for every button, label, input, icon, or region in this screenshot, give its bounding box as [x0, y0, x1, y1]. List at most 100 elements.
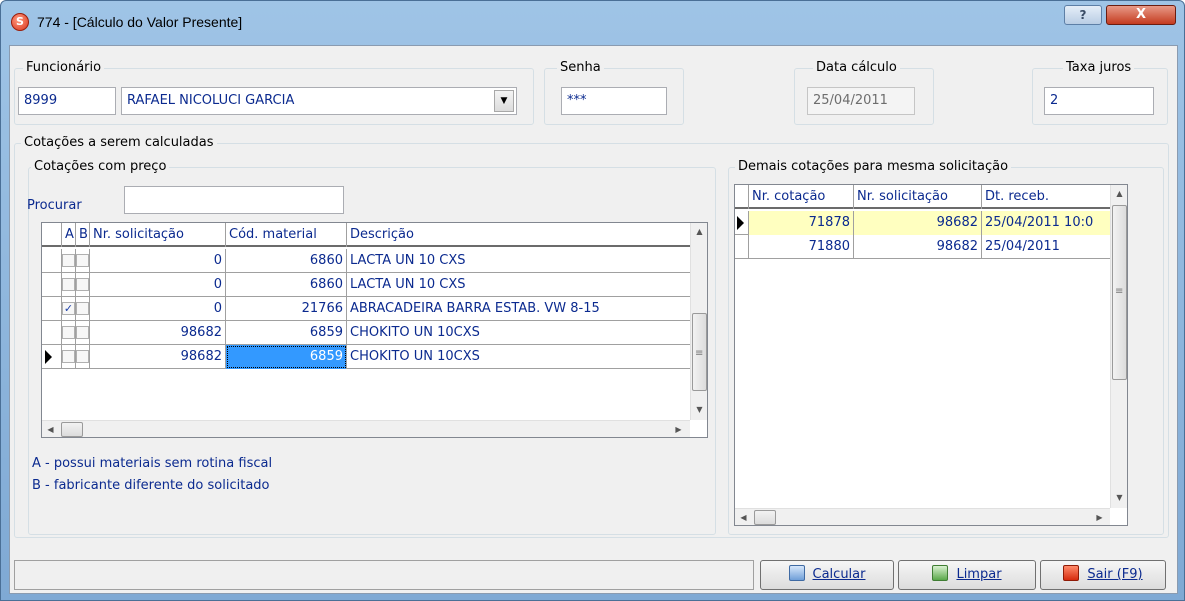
table-row[interactable]: ✓ 0 21766 ABRACADEIRA BARRA ESTAB. VW 8-15 [42, 297, 690, 321]
row-indicator[interactable] [735, 235, 749, 259]
cell-b [76, 249, 90, 273]
table-row[interactable]: 98682 6859 CHOKITO UN 10CXS [42, 345, 690, 369]
scroll-right-icon[interactable]: ▶ [670, 421, 687, 437]
table-row[interactable]: 98682 6859 CHOKITO UN 10CXS [42, 321, 690, 345]
title-bar[interactable]: S 774 - [Cálculo do Valor Presente] ? X [1, 1, 1184, 45]
checkbox-b[interactable] [76, 302, 89, 315]
demais-cotacoes-grid[interactable]: Nr. cotação Nr. solicitação Dt. receb. 7… [734, 184, 1128, 526]
cell-cod-material[interactable]: 21766 [226, 297, 347, 321]
funcionario-name-combo[interactable]: RAFAEL NICOLUCI GARCIA ▼ [121, 87, 517, 115]
cell-descricao[interactable]: CHOKITO UN 10CXS [347, 345, 690, 369]
cell-nr-solicitacao[interactable]: 98682 [854, 211, 982, 235]
table-row[interactable]: 71878 98682 25/04/2011 10:0 [735, 211, 1110, 235]
limpar-label: Limpar [956, 567, 1002, 582]
row-indicator[interactable] [735, 211, 749, 235]
row-indicator-header [735, 185, 749, 209]
checkbox-a[interactable] [62, 278, 75, 291]
cell-cod-material[interactable]: 6860 [226, 249, 347, 273]
close-button[interactable]: X [1106, 5, 1176, 25]
cell-a [62, 321, 76, 345]
checkbox-b[interactable] [76, 326, 89, 339]
column-header-b[interactable]: B [76, 223, 90, 247]
demais-cotacoes-label: Demais cotações para mesma solicitação [735, 159, 1012, 174]
vertical-scrollbar[interactable]: ▲ ≡ ▼ [1110, 185, 1127, 508]
cotacoes-grid[interactable]: A B Nr. solicitação Cód. material Descri… [41, 222, 708, 438]
cell-descricao[interactable]: LACTA UN 10 CXS [347, 249, 690, 273]
cell-dt-receb[interactable]: 25/04/2011 [982, 235, 1110, 259]
checkbox-a[interactable] [62, 326, 75, 339]
scroll-up-icon[interactable]: ▲ [1111, 185, 1127, 202]
cell-b [76, 297, 90, 321]
scroll-right-icon[interactable]: ▶ [1091, 509, 1108, 525]
checkbox-a[interactable] [62, 254, 75, 267]
checkbox-b[interactable] [76, 350, 89, 363]
cell-nr-solicitacao[interactable]: 0 [90, 297, 226, 321]
cell-dt-receb[interactable]: 25/04/2011 10:0 [982, 211, 1110, 235]
cell-cod-material[interactable]: 6860 [226, 273, 347, 297]
eraser-icon [932, 565, 949, 581]
calcular-label: Calcular [812, 567, 866, 582]
column-header-dt-receb[interactable]: Dt. receb. [982, 185, 1110, 209]
horizontal-scroll-thumb[interactable] [754, 510, 776, 525]
cell-nr-solicitacao[interactable]: 0 [90, 249, 226, 273]
column-header-cod-material[interactable]: Cód. material [226, 223, 347, 247]
scroll-left-icon[interactable]: ◀ [735, 509, 752, 525]
row-indicator[interactable] [42, 321, 62, 345]
column-header-nr-solicitacao[interactable]: Nr. solicitação [854, 185, 982, 209]
calculator-icon [788, 565, 805, 581]
cell-nr-cotacao[interactable]: 71878 [749, 211, 854, 235]
funcionario-code-field[interactable]: 8999 [18, 87, 116, 115]
grip-icon: ≡ [695, 348, 704, 359]
limpar-button[interactable]: Limpar [898, 560, 1036, 590]
scroll-up-icon[interactable]: ▲ [691, 223, 707, 240]
column-header-nr-solicitacao[interactable]: Nr. solicitação [90, 223, 226, 247]
scroll-left-icon[interactable]: ◀ [42, 421, 59, 437]
data-calculo-label: Data cálculo [813, 60, 900, 75]
row-indicator[interactable] [42, 297, 62, 321]
table-row[interactable]: 71880 98682 25/04/2011 [735, 235, 1110, 259]
checkbox-a[interactable] [62, 350, 75, 363]
cell-nr-solicitacao[interactable]: 98682 [854, 235, 982, 259]
taxa-juros-group: Taxa juros 2 [1032, 60, 1168, 125]
cell-descricao[interactable]: LACTA UN 10 CXS [347, 273, 690, 297]
calcular-button[interactable]: Calcular [760, 560, 894, 590]
column-header-nr-cotacao[interactable]: Nr. cotação [749, 185, 854, 209]
row-indicator[interactable] [42, 273, 62, 297]
sair-button[interactable]: Sair (F9) [1040, 560, 1166, 590]
procurar-label: Procurar [27, 198, 82, 213]
data-calculo-group: Data cálculo 25/04/2011 [794, 60, 934, 125]
table-row[interactable]: 0 6860 LACTA UN 10 CXS [42, 273, 690, 297]
cell-nr-solicitacao[interactable]: 98682 [90, 345, 226, 369]
current-row-arrow-icon [45, 350, 52, 364]
cell-nr-solicitacao[interactable]: 98682 [90, 321, 226, 345]
cell-descricao[interactable]: ABRACADEIRA BARRA ESTAB. VW 8-15 [347, 297, 690, 321]
senha-field[interactable]: *** [561, 87, 667, 115]
horizontal-scroll-thumb[interactable] [61, 422, 83, 437]
checkbox-b[interactable] [76, 254, 89, 267]
procurar-input[interactable] [124, 186, 344, 214]
row-indicator[interactable] [42, 249, 62, 273]
table-row[interactable]: 0 6860 LACTA UN 10 CXS [42, 249, 690, 273]
vertical-scrollbar[interactable]: ▲ ≡ ▼ [690, 223, 707, 420]
scroll-down-icon[interactable]: ▼ [1111, 489, 1127, 506]
cell-cod-material[interactable]: 6859 [226, 345, 347, 369]
row-indicator[interactable] [42, 345, 62, 369]
column-header-descricao[interactable]: Descrição [347, 223, 690, 247]
taxa-juros-field[interactable]: 2 [1044, 87, 1154, 115]
scroll-down-icon[interactable]: ▼ [691, 401, 707, 418]
checkbox-b[interactable] [76, 278, 89, 291]
checkbox-a[interactable]: ✓ [62, 302, 75, 315]
horizontal-scrollbar[interactable]: ◀ ▶ [42, 420, 690, 437]
help-button[interactable]: ? [1064, 5, 1102, 25]
chevron-down-icon[interactable]: ▼ [494, 90, 514, 112]
cell-cod-material[interactable]: 6859 [226, 321, 347, 345]
horizontal-scrollbar[interactable]: ◀ ▶ [735, 508, 1110, 525]
app-logo-icon[interactable]: S [11, 13, 29, 31]
cell-nr-cotacao[interactable]: 71880 [749, 235, 854, 259]
cell-nr-solicitacao[interactable]: 0 [90, 273, 226, 297]
cell-descricao[interactable]: CHOKITO UN 10CXS [347, 321, 690, 345]
funcionario-group: Funcionário 8999 RAFAEL NICOLUCI GARCIA … [14, 60, 534, 125]
window-title: 774 - [Cálculo do Valor Presente] [37, 14, 243, 30]
data-calculo-field: 25/04/2011 [807, 87, 915, 115]
column-header-a[interactable]: A [62, 223, 76, 247]
